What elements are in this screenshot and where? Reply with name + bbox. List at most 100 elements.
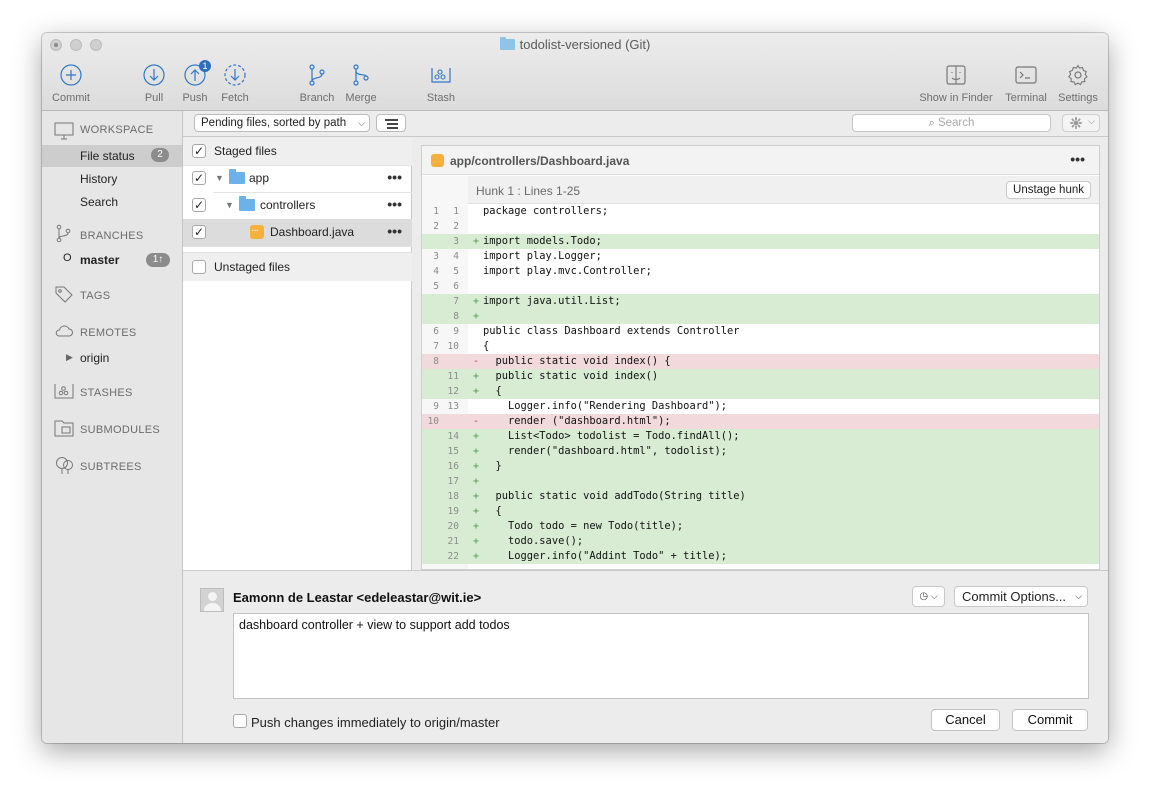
new-line-number: 13 [447, 401, 459, 412]
search-input[interactable]: ⌕ Search [852, 114, 1051, 132]
diff-line-text: render("dashboard.html", todolist); [483, 445, 727, 457]
stashes-header[interactable]: STASHES [80, 387, 133, 399]
unstaged-files-checkbox[interactable] [192, 260, 206, 274]
diff-line-text: { [483, 385, 502, 397]
chevron-down-icon: ⌵ [1075, 591, 1082, 601]
file-list: Staged files ▼ app ••• ▼ controllers •••… [183, 138, 412, 570]
disclosure-triangle-icon[interactable]: ▼ [215, 165, 224, 192]
current-branch-indicator-icon: O [63, 252, 72, 264]
commit-toolbar-button[interactable]: Commit [50, 63, 92, 109]
cancel-button[interactable]: Cancel [931, 709, 1000, 731]
diff-marker: + [473, 386, 480, 397]
java-file-icon [250, 217, 264, 244]
diff-code: 1 1 package controllers; 2 2 3 + import models.… [422, 204, 1099, 564]
commit-button[interactable]: Commit [1012, 709, 1088, 731]
submodules-icon [54, 420, 74, 437]
diff-line: 16 + } [422, 459, 1099, 474]
dashboard-java-checkbox[interactable] [192, 219, 206, 246]
sidebar-item-origin[interactable]: origin [80, 351, 109, 365]
new-line-number: 6 [453, 281, 459, 292]
diff-line-text: package controllers; [483, 205, 609, 217]
diff-line-text: render ("dashboard.html"); [483, 415, 671, 427]
tree-row-dashboard-java[interactable]: Dashboard.java ••• [183, 217, 412, 246]
disclosure-triangle-icon[interactable]: ▼ [225, 192, 234, 219]
sidebar-item-file-status-label: File status [80, 149, 135, 163]
show-in-finder-button[interactable]: Show in Finder [916, 63, 996, 109]
terminal-button[interactable]: Terminal [1002, 63, 1050, 109]
controllers-checkbox[interactable] [192, 192, 206, 219]
tags-header[interactable]: TAGS [80, 290, 110, 302]
sidebar-item-master[interactable]: master [80, 253, 119, 267]
more-options-icon[interactable]: ••• [387, 164, 402, 191]
merge-toolbar-button[interactable]: Merge [342, 63, 380, 109]
push-toolbar-button[interactable]: 1 Push [179, 60, 211, 109]
submodules-header[interactable]: SUBMODULES [80, 424, 160, 436]
more-options-icon[interactable]: ••• [1070, 151, 1085, 167]
diff-line-text: import play.Logger; [483, 250, 602, 262]
old-line-number: 3 [433, 251, 439, 262]
staged-files-checkbox[interactable] [192, 138, 206, 165]
file-status-count-badge: 2 [151, 148, 169, 162]
list-mode-button[interactable] [376, 114, 406, 132]
new-line-number: 16 [447, 461, 459, 472]
branch-icon [309, 64, 325, 86]
commit-options-dropdown[interactable]: Commit Options... ⌵ [954, 586, 1088, 607]
diff-line-text: import models.Todo; [483, 235, 602, 247]
push-immediately-checkbox[interactable] [233, 714, 247, 728]
fetch-toolbar-button[interactable]: Fetch [218, 63, 252, 109]
diff-line: 10 - render ("dashboard.html"); [422, 414, 1099, 429]
commit-message-field[interactable]: dashboard controller + view to support a… [233, 613, 1089, 699]
diff-line-text: todo.save(); [483, 535, 584, 547]
folder-icon [239, 196, 255, 211]
more-options-icon[interactable]: ••• [387, 218, 402, 245]
subtrees-icon [56, 457, 73, 474]
pull-toolbar-button[interactable]: Pull [138, 63, 170, 109]
diff-marker: + [473, 551, 480, 562]
subtrees-header[interactable]: SUBTREES [80, 461, 142, 473]
gear-icon [1070, 117, 1082, 129]
diff-marker: + [473, 431, 480, 442]
diff-line: 56 [422, 279, 1099, 294]
new-line-number: 8 [453, 311, 459, 322]
diff-line: 1 1 package controllers; [422, 204, 1099, 219]
sidebar-item-search[interactable]: Search [80, 195, 118, 209]
commit-history-dropdown[interactable]: ◷ ⌵ [912, 586, 945, 607]
remotes-header[interactable]: REMOTES [80, 327, 137, 339]
unstage-hunk-button[interactable]: Unstage hunk [1006, 181, 1091, 199]
diff-line: 7 10 { [422, 339, 1099, 354]
new-line-number: 22 [447, 551, 459, 562]
new-line-number: 3 [453, 236, 459, 247]
new-line-number: 17 [447, 476, 459, 487]
push-immediately-label[interactable]: Push changes immediately to origin/maste… [251, 715, 500, 730]
new-line-number: 9 [453, 326, 459, 337]
diff-marker: + [473, 476, 480, 487]
new-line-number: 12 [447, 386, 459, 397]
diff-marker: + [473, 236, 480, 247]
diff-line: 19 + { [422, 504, 1099, 519]
app-checkbox[interactable] [192, 165, 206, 192]
sidebar-item-history[interactable]: History [80, 172, 117, 186]
old-line-number: 7 [433, 341, 439, 352]
tree-row-controllers[interactable]: ▼ controllers ••• [183, 192, 412, 219]
branch-toolbar-button[interactable]: Branch [298, 63, 336, 109]
more-options-icon[interactable]: ••• [387, 191, 402, 218]
old-line-number: 10 [427, 416, 439, 427]
settings-button[interactable]: Settings [1055, 63, 1101, 109]
diff-marker: + [473, 521, 480, 532]
branches-header[interactable]: BRANCHES [80, 230, 144, 242]
stash-toolbar-button[interactable]: Stash [424, 63, 458, 109]
sort-dropdown[interactable]: Pending files, sorted by path ⌵ [194, 114, 370, 132]
app-window: todolist-versioned (Git) Commit Pull 1 P… [42, 33, 1108, 743]
diff-line-text: { [483, 340, 490, 352]
origin-disclosure-icon[interactable]: ▶ [66, 352, 73, 363]
file-actions-dropdown[interactable]: ⌵ [1062, 114, 1100, 132]
diff-line-text: Logger.info("Addint Todo" + title); [483, 550, 727, 562]
old-line-number: 2 [433, 221, 439, 232]
fetch-icon [224, 64, 246, 86]
window-title: todolist-versioned (Git) [42, 37, 1108, 52]
diff-marker: + [473, 446, 480, 457]
new-line-number: 5 [453, 266, 459, 277]
old-line-number: 4 [433, 266, 439, 277]
diff-line: 3 + import models.Todo; [422, 234, 1099, 249]
tree-row-app[interactable]: ▼ app ••• [183, 165, 412, 192]
